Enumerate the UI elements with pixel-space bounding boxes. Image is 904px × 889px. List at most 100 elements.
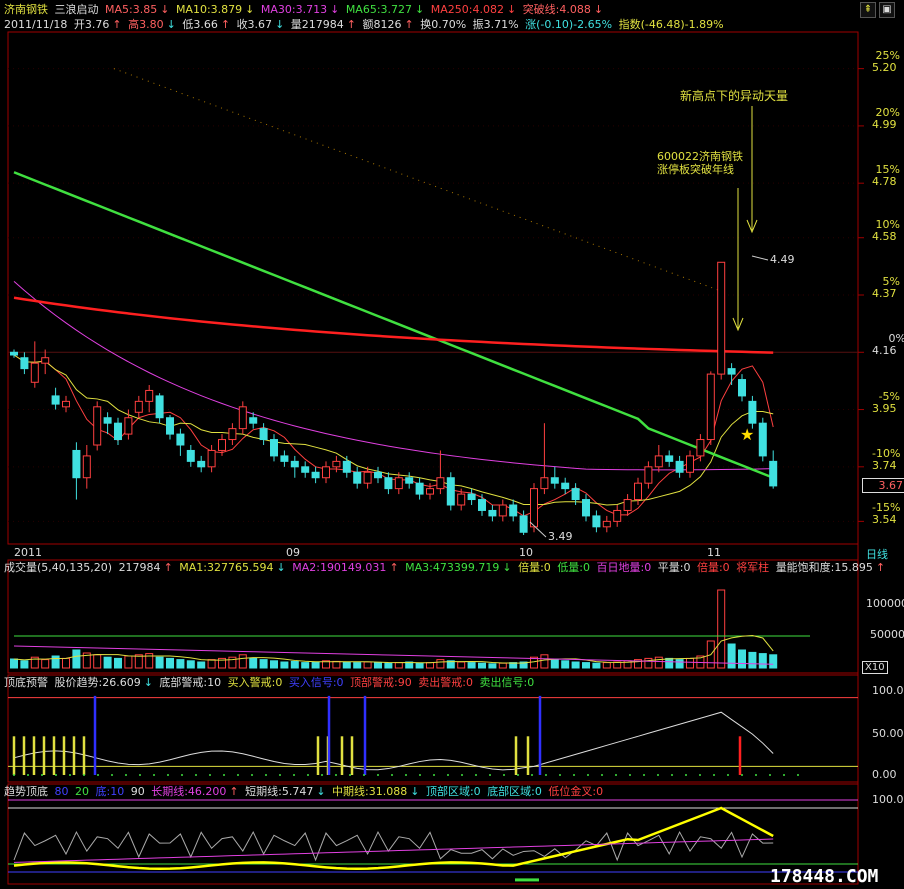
candle-body-51 xyxy=(540,477,549,490)
volume-bar-39 xyxy=(415,662,424,669)
trend-header: 趋势顶底 80 20 底:10 90 长期线:46.200 ↑ 短期线:5.747… xyxy=(4,785,604,798)
candle-body-24 xyxy=(259,428,268,441)
volume-bar-29 xyxy=(311,661,320,669)
signal-axis-0: 0.00 xyxy=(872,768,897,781)
candle-body-64 xyxy=(675,460,684,473)
candle-body-29 xyxy=(311,471,320,479)
candle-body-25 xyxy=(270,439,278,457)
vol-axis-100000: 100000 xyxy=(866,597,904,610)
signal-dot xyxy=(559,774,561,776)
candle-body-66 xyxy=(696,439,705,457)
candle-body-59 xyxy=(623,499,632,511)
signal-dot xyxy=(643,774,645,776)
date-label-11: 11 xyxy=(707,546,721,559)
candle-body-60 xyxy=(634,482,642,501)
volume-bar-17 xyxy=(186,660,195,669)
signal-dot xyxy=(447,774,449,776)
trend-long: 长期线:46.200 xyxy=(151,785,227,798)
signal-dot xyxy=(657,774,659,776)
trend-p1: 80 xyxy=(54,785,69,798)
candle-body-42 xyxy=(446,477,455,506)
volume-bar-18 xyxy=(197,661,206,669)
signal-dot xyxy=(573,774,575,776)
signal-dot xyxy=(391,774,393,776)
candle-body-44 xyxy=(467,493,476,501)
candle-body-28 xyxy=(301,466,310,473)
volume-ma1: MA1:327765.594 xyxy=(179,561,274,574)
signal-dot xyxy=(363,774,365,776)
trend-short: 短期线:5.747 xyxy=(245,785,314,798)
candle-body-40 xyxy=(426,488,434,495)
trend-golden: 低位金叉:0 xyxy=(548,785,604,798)
signal-dot xyxy=(55,774,57,776)
volume-bar-19 xyxy=(207,659,216,669)
annotation-mid: 600022济南钢铁 涨停板突破年线 xyxy=(657,150,743,176)
signal-dot xyxy=(97,774,99,776)
candle-body-11 xyxy=(124,417,133,435)
volume-bar-27 xyxy=(290,660,299,669)
volume-bar-72 xyxy=(758,653,767,669)
period-label[interactable]: 日线 xyxy=(866,546,888,562)
candle-body-73 xyxy=(769,460,778,487)
volume-bar-4 xyxy=(51,655,60,669)
candle-body-22 xyxy=(238,406,247,430)
signal-dot xyxy=(265,774,267,776)
candle-body-61 xyxy=(644,466,653,484)
signal-dot xyxy=(209,774,211,776)
volume-bar-10 xyxy=(114,657,122,669)
volume-bar-36 xyxy=(384,662,393,669)
candle-body-19 xyxy=(207,449,216,468)
signal-buy-warn: 买入警戒:0 xyxy=(227,676,283,689)
signal-dot xyxy=(251,774,253,776)
ma5-line xyxy=(13,354,774,517)
volume-bar-1 xyxy=(20,660,29,669)
signal-axis-100: 100.00 xyxy=(872,684,904,697)
signal-dot xyxy=(125,774,127,776)
signal-dot xyxy=(671,774,673,776)
ma30-line xyxy=(13,280,774,471)
candle-body-27 xyxy=(290,460,299,468)
volume-header: 成交量(5,40,135,20) 217984 ↑ MA1:327765.594 ↓… xyxy=(4,561,886,574)
candle-body-41 xyxy=(436,477,445,490)
volume-bar-70 xyxy=(738,649,746,669)
signal-dot xyxy=(293,774,295,776)
signal-dot xyxy=(419,774,421,776)
trend-top-zone: 顶部区域:0 xyxy=(425,785,481,798)
volume-bar-65 xyxy=(686,657,694,669)
volume-di: 低量:0 xyxy=(557,561,591,574)
candle-body-36 xyxy=(384,477,393,490)
candle-body-26 xyxy=(280,455,289,462)
volume-bar-40 xyxy=(426,662,434,669)
candle-body-4 xyxy=(51,395,60,405)
stock-chart: ★ xyxy=(7,31,864,885)
candle-body-14 xyxy=(155,395,164,419)
signal-dot xyxy=(545,774,547,776)
candle-body-57 xyxy=(602,520,611,528)
volume-jiang: 将军柱 xyxy=(736,561,770,574)
candle-body-32 xyxy=(342,460,351,473)
signal-dot xyxy=(195,774,197,776)
high-price-label: 4.49 xyxy=(770,253,795,266)
signal-dot xyxy=(615,774,617,776)
current-price-tag: 3.67 xyxy=(862,478,904,493)
signal-header: 顶底预警 股价趋势:26.609 ↓ 底部警戒:10 买入警戒:0 买入信号:0 … xyxy=(4,676,535,689)
signal-dot xyxy=(377,774,379,776)
signal-dot xyxy=(41,774,43,776)
volume-bar-32 xyxy=(342,661,351,669)
volume-bar-45 xyxy=(478,662,486,669)
candle-body-9 xyxy=(103,417,112,424)
volume-bar-47 xyxy=(498,662,507,669)
volume-bar-51 xyxy=(540,654,549,669)
candle-body-56 xyxy=(592,515,601,528)
trend-bottom-zone: 底部区域:0 xyxy=(487,785,542,798)
annotation-top: 新高点下的异动天量 xyxy=(680,89,789,103)
volume-bar-69 xyxy=(727,643,736,669)
volume-bar-62 xyxy=(654,656,663,669)
candle-body-35 xyxy=(374,471,382,479)
breakout-dotted-line xyxy=(113,68,728,294)
volume-bar-73 xyxy=(769,654,778,669)
candle-body-18 xyxy=(197,460,206,468)
candle-body-31 xyxy=(332,460,341,468)
signal-dot xyxy=(517,774,519,776)
price-axis-price-0: 5.20 xyxy=(872,60,897,74)
